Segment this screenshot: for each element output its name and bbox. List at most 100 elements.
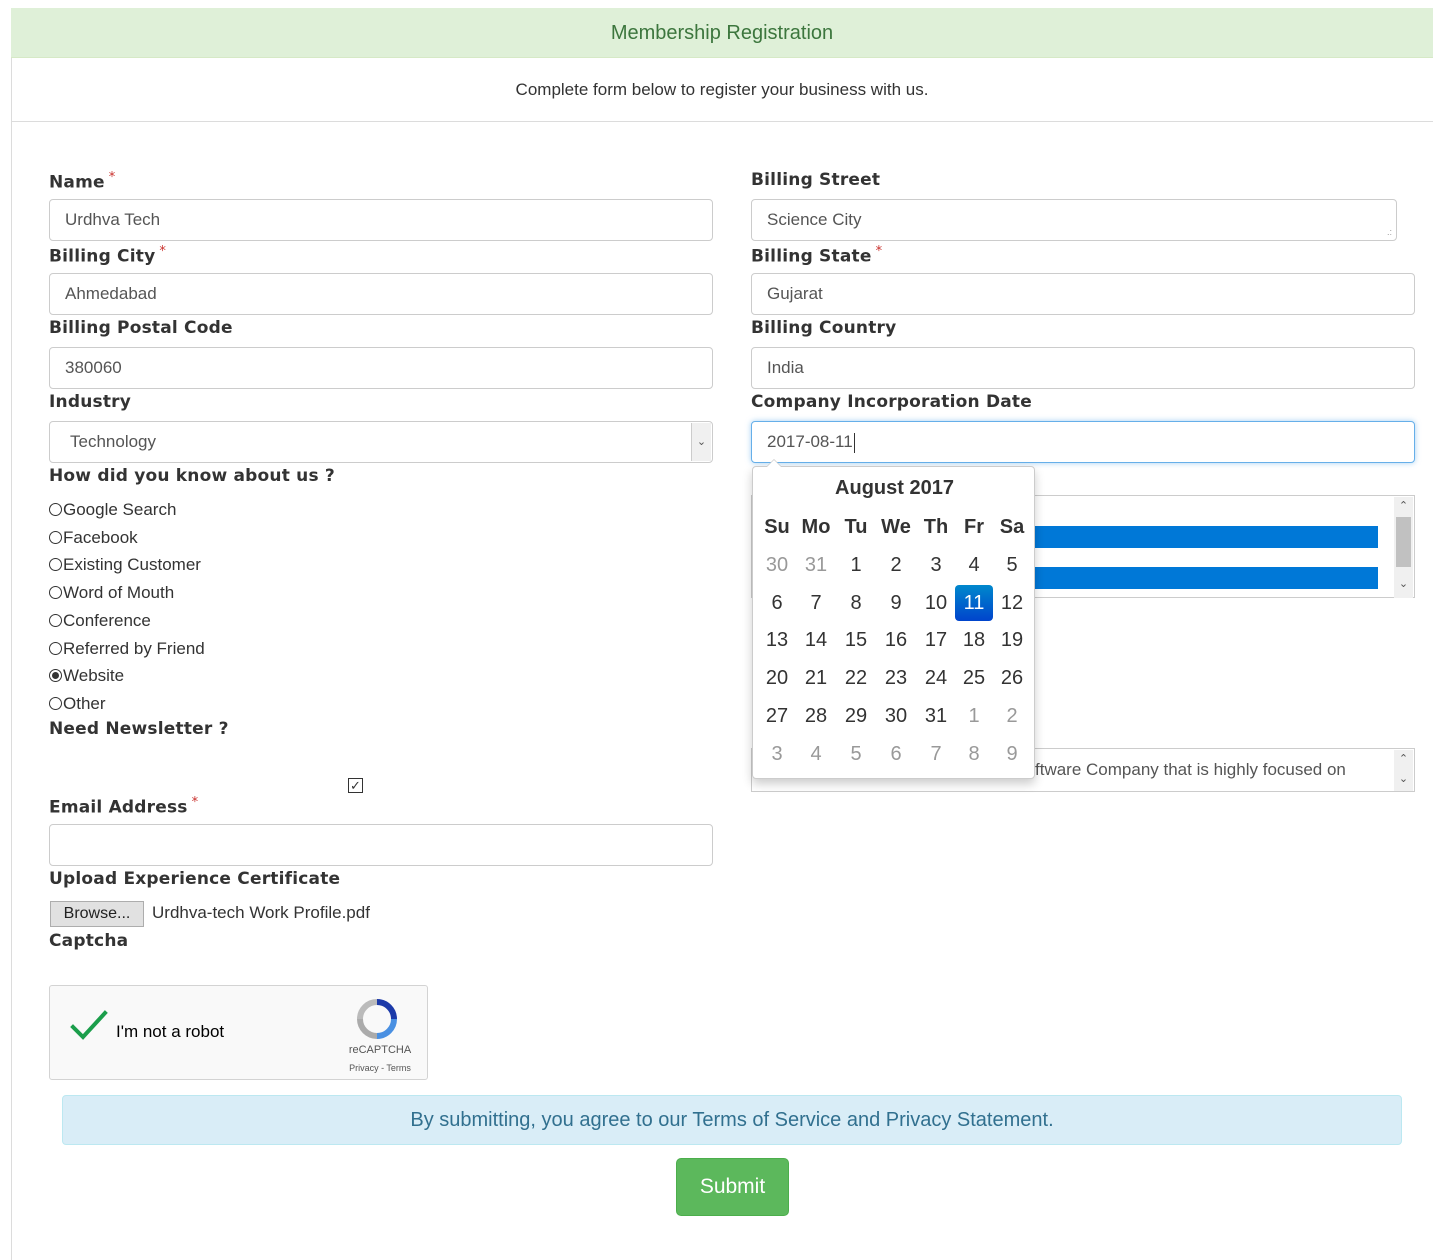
- listbox-scrollbar[interactable]: ⌃ ⌄: [1394, 497, 1413, 598]
- day-cell[interactable]: 17: [917, 622, 955, 658]
- how-know-option[interactable]: Google Search: [49, 498, 176, 522]
- day-cell[interactable]: 2: [993, 698, 1031, 734]
- industry-select[interactable]: Technology ⌄: [49, 421, 713, 463]
- billing-country-field[interactable]: India: [751, 347, 1415, 389]
- email-label: Email Address *: [49, 795, 199, 818]
- day-cell[interactable]: 31: [797, 547, 835, 583]
- day-cell[interactable]: 14: [797, 622, 835, 658]
- day-cell[interactable]: 10: [917, 585, 955, 621]
- datepicker-month-title[interactable]: August 2017: [753, 477, 1036, 500]
- billing-postal-code-label: Billing Postal Code: [49, 318, 233, 338]
- textarea-scrollbar[interactable]: ⌃ ⌄: [1394, 750, 1413, 791]
- day-cell[interactable]: 7: [797, 585, 835, 621]
- day-cell[interactable]: 24: [917, 660, 955, 696]
- radio-label: Conference: [63, 610, 151, 630]
- day-cell[interactable]: 23: [877, 660, 915, 696]
- scrollbar-thumb[interactable]: [1396, 517, 1411, 567]
- how-know-option[interactable]: Conference: [49, 609, 151, 633]
- day-cell[interactable]: 1: [837, 547, 875, 583]
- chevron-up-icon[interactable]: ⌃: [1394, 499, 1413, 512]
- day-cell[interactable]: 18: [955, 622, 993, 658]
- day-cell[interactable]: 1: [955, 698, 993, 734]
- day-cell[interactable]: 30: [758, 547, 796, 583]
- chevron-down-icon[interactable]: ⌄: [691, 423, 711, 461]
- how-know-option[interactable]: Other: [49, 692, 106, 716]
- chevron-up-icon[interactable]: ⌃: [1394, 752, 1413, 765]
- email-field[interactable]: [49, 824, 713, 866]
- browse-button[interactable]: Browse...: [50, 901, 144, 927]
- billing-postal-code-field[interactable]: 380060: [49, 347, 713, 389]
- newsletter-checkbox[interactable]: ✓: [348, 778, 363, 793]
- day-cell[interactable]: 7: [917, 736, 955, 772]
- day-cell[interactable]: 22: [837, 660, 875, 696]
- incorporation-date-label: Company Incorporation Date: [751, 392, 1032, 412]
- day-cell[interactable]: 30: [877, 698, 915, 734]
- day-cell[interactable]: 31: [917, 698, 955, 734]
- day-cell[interactable]: 2: [877, 547, 915, 583]
- billing-city-field[interactable]: Ahmedabad: [49, 273, 713, 315]
- day-cell[interactable]: 3: [917, 547, 955, 583]
- radio-button[interactable]: [49, 586, 62, 600]
- radio-button[interactable]: [49, 641, 62, 655]
- radio-label: Existing Customer: [63, 555, 201, 575]
- terms-notice: By submitting, you agree to our Terms of…: [62, 1095, 1402, 1145]
- weekday-header: Sa: [999, 516, 1025, 538]
- day-cell[interactable]: 21: [797, 660, 835, 696]
- billing-state-field[interactable]: Gujarat: [751, 273, 1415, 315]
- name-field[interactable]: Urdhva Tech: [49, 199, 713, 241]
- day-cell[interactable]: 6: [877, 736, 915, 772]
- day-cell-selected[interactable]: 11: [955, 584, 993, 621]
- radio-button[interactable]: [49, 669, 62, 683]
- radio-button[interactable]: [49, 613, 62, 627]
- day-cell[interactable]: 6: [758, 585, 796, 621]
- day-cell[interactable]: 9: [877, 585, 915, 621]
- radio-button[interactable]: [49, 696, 62, 710]
- day-cell[interactable]: 15: [837, 622, 875, 658]
- day-cell[interactable]: 5: [993, 547, 1031, 583]
- radio-label: Other: [63, 693, 106, 713]
- billing-street-field[interactable]: Science City .:: [751, 199, 1397, 241]
- day-cell[interactable]: 19: [993, 622, 1031, 658]
- day-cell[interactable]: 26: [993, 660, 1031, 696]
- radio-label: Facebook: [63, 527, 138, 547]
- day-cell[interactable]: 12: [993, 585, 1031, 621]
- radio-button[interactable]: [49, 558, 62, 572]
- day-cell[interactable]: 13: [758, 622, 796, 658]
- chevron-down-icon[interactable]: ⌄: [1394, 772, 1413, 785]
- upload-label: Upload Experience Certificate: [49, 869, 341, 889]
- day-cell[interactable]: 3: [758, 736, 796, 772]
- billing-city-label: Billing City *: [49, 244, 167, 267]
- weekday-header: Fr: [964, 516, 984, 538]
- how-know-option[interactable]: Word of Mouth: [49, 581, 174, 605]
- radio-button[interactable]: [49, 530, 62, 544]
- industry-selected-value: Technology: [70, 432, 157, 451]
- day-cell[interactable]: 4: [955, 547, 993, 583]
- how-know-option[interactable]: Referred by Friend: [49, 637, 205, 661]
- day-cell[interactable]: 5: [837, 736, 875, 772]
- captcha-terms-link[interactable]: Privacy - Terms: [340, 1063, 420, 1073]
- chevron-down-icon[interactable]: ⌄: [1394, 577, 1413, 590]
- checkmark-icon[interactable]: [70, 1010, 108, 1047]
- industry-label: Industry: [49, 392, 132, 412]
- submit-button[interactable]: Submit: [676, 1158, 789, 1216]
- radio-button[interactable]: [49, 503, 62, 516]
- day-cell[interactable]: 25: [955, 660, 993, 696]
- radio-label: Word of Mouth: [63, 583, 175, 603]
- incorporation-date-field[interactable]: 2017-08-11: [751, 421, 1415, 463]
- day-cell[interactable]: 28: [797, 698, 835, 734]
- how-know-option[interactable]: Existing Customer: [49, 553, 201, 577]
- day-cell[interactable]: 29: [837, 698, 875, 734]
- day-cell[interactable]: 9: [993, 736, 1031, 772]
- newsletter-label: Need Newsletter ?: [49, 719, 229, 739]
- day-cell[interactable]: 8: [837, 585, 875, 621]
- radio-label: Website: [63, 666, 125, 686]
- day-cell[interactable]: 16: [877, 622, 915, 658]
- day-cell[interactable]: 4: [797, 736, 835, 772]
- day-cell[interactable]: 8: [955, 736, 993, 772]
- how-know-option[interactable]: Website: [49, 664, 124, 688]
- how-know-option[interactable]: Facebook: [49, 526, 138, 550]
- required-marker: *: [159, 244, 167, 259]
- day-cell[interactable]: 27: [758, 698, 796, 734]
- resize-grip-icon[interactable]: .:: [1387, 228, 1392, 237]
- day-cell[interactable]: 20: [758, 660, 796, 696]
